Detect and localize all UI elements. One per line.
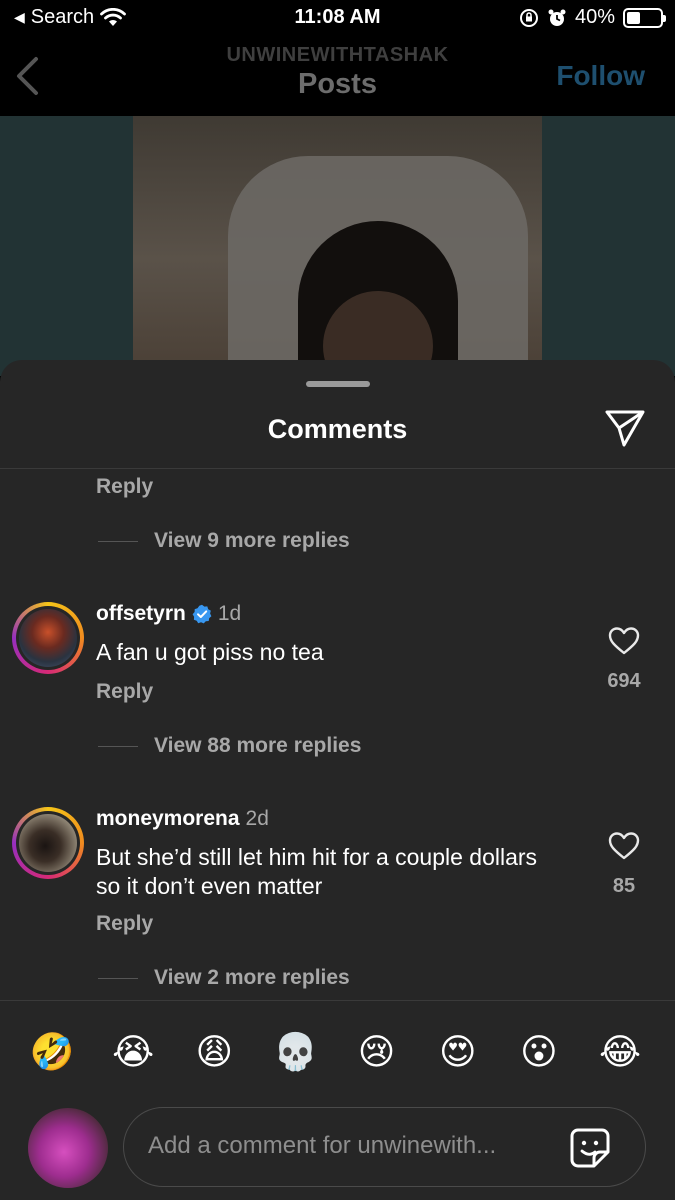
follow-button[interactable]: Follow bbox=[556, 60, 645, 92]
quick-emoji-bar: 🤣 😭 😩 💀 😢 😍 😮 😂 bbox=[12, 1028, 660, 1076]
comment-header: offsetyrn 1d bbox=[96, 602, 241, 626]
like-count: 85 bbox=[612, 875, 636, 897]
sticker-icon[interactable] bbox=[568, 1126, 612, 1170]
comment-text: But she’d still let him hit for a couple… bbox=[96, 844, 538, 899]
comment-username[interactable]: offsetyrn bbox=[96, 602, 186, 626]
comment-input[interactable]: Add a comment for unwinewith... bbox=[123, 1107, 646, 1187]
sheet-drag-handle[interactable] bbox=[306, 381, 370, 387]
reply-link[interactable]: Reply bbox=[96, 680, 153, 704]
avatar[interactable] bbox=[12, 602, 84, 674]
emoji-weary[interactable]: 😩 bbox=[174, 1028, 254, 1076]
battery-level bbox=[627, 11, 640, 24]
comments-sheet: Comments Reply View 9 more replies offse… bbox=[0, 360, 675, 1200]
view-more-replies[interactable]: View 9 more replies bbox=[98, 529, 350, 553]
comment-header: moneymorena 2d bbox=[96, 807, 269, 831]
reply-link[interactable]: Reply bbox=[96, 475, 153, 499]
post-media-area bbox=[0, 116, 675, 376]
comment-username[interactable]: moneymorena bbox=[96, 807, 240, 831]
thread-line bbox=[98, 745, 138, 747]
reply-link[interactable]: Reply bbox=[96, 912, 153, 936]
emoji-rofl[interactable]: 🤣 bbox=[12, 1028, 92, 1076]
comment-composer: Add a comment for unwinewith... bbox=[0, 1100, 675, 1200]
comment-text: A fan u got piss no tea bbox=[96, 639, 324, 665]
emoji-joy[interactable]: 😂 bbox=[580, 1028, 660, 1076]
avatar-gap bbox=[16, 811, 80, 875]
thread-line bbox=[98, 540, 138, 542]
emoji-loudly-crying[interactable]: 😭 bbox=[93, 1028, 173, 1076]
orientation-lock-icon bbox=[519, 8, 538, 27]
emoji-skull[interactable]: 💀 bbox=[255, 1028, 335, 1076]
emoji-bar-divider bbox=[0, 1000, 675, 1001]
my-avatar bbox=[28, 1108, 108, 1188]
comment-time: 2d bbox=[245, 807, 269, 830]
alarm-icon bbox=[548, 9, 566, 26]
like-count: 694 bbox=[607, 670, 641, 692]
thread-line bbox=[98, 977, 138, 979]
comment-time: 1d bbox=[217, 602, 242, 625]
posts-header: UNWINEWITHTASHAK Posts Follow bbox=[0, 38, 675, 116]
avatar-image bbox=[19, 814, 77, 872]
battery-icon bbox=[623, 7, 666, 28]
emoji-heart-eyes[interactable]: 😍 bbox=[418, 1028, 498, 1076]
view-more-replies[interactable]: View 88 more replies bbox=[98, 734, 361, 758]
view-more-replies[interactable]: View 2 more replies bbox=[98, 966, 350, 990]
verified-badge-icon bbox=[192, 604, 212, 624]
emoji-surprised[interactable]: 😮 bbox=[499, 1028, 579, 1076]
comments-title: Comments bbox=[267, 414, 408, 444]
view-more-label: View 2 more replies bbox=[154, 966, 350, 989]
view-more-label: View 88 more replies bbox=[154, 734, 362, 757]
heart-icon[interactable] bbox=[608, 831, 640, 861]
avatar-image bbox=[19, 609, 77, 667]
heart-icon[interactable] bbox=[608, 626, 640, 656]
sheet-divider bbox=[0, 468, 675, 469]
view-more-label: View 9 more replies bbox=[154, 529, 350, 552]
status-bar: ◀ Search 11:08 AM 40% bbox=[0, 0, 675, 38]
avatar[interactable] bbox=[12, 807, 84, 879]
post-image[interactable] bbox=[133, 116, 542, 376]
battery-percent: 40% bbox=[574, 6, 615, 28]
comment-input-placeholder: Add a comment for unwinewith... bbox=[148, 1132, 497, 1159]
emoji-crying[interactable]: 😢 bbox=[337, 1028, 417, 1076]
avatar-gap bbox=[16, 606, 80, 670]
send-share-icon[interactable] bbox=[604, 408, 646, 448]
